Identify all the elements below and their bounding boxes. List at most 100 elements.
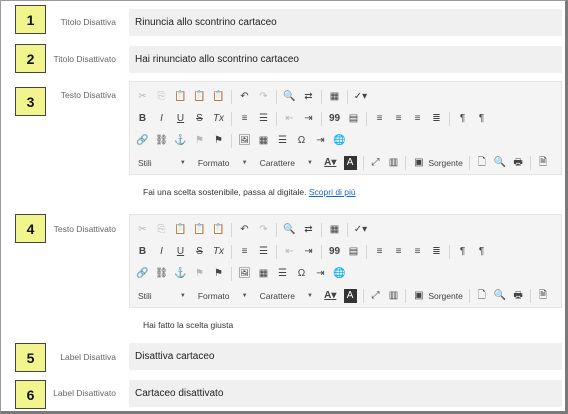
select-all-icon[interactable]: ▦ — [328, 223, 341, 237]
paste-text-icon[interactable]: 📋 — [193, 90, 206, 104]
paste-word-icon[interactable]: 📋 — [212, 223, 225, 237]
cut-icon[interactable]: ✂ — [136, 223, 149, 237]
label-disattivato-input[interactable]: Cartaceo disattivato — [129, 380, 562, 407]
anchor-icon[interactable]: ⚓ — [174, 267, 187, 281]
maximize-icon[interactable]: ⤢ — [369, 289, 381, 303]
new-page-icon[interactable]: 🗋 — [476, 156, 488, 170]
align-justify-icon[interactable]: ≣ — [430, 245, 443, 259]
copy-icon[interactable]: ⎘ — [155, 223, 168, 237]
font-combo[interactable]: Carattere ▼ — [258, 288, 315, 304]
remove-format-icon[interactable]: Tx — [212, 112, 225, 126]
italic-icon[interactable]: I — [155, 112, 168, 126]
text-color-icon[interactable]: A ▾ — [323, 289, 338, 303]
templates-icon[interactable]: 🗎 — [537, 289, 549, 303]
flag-icon[interactable]: ⚑ — [212, 134, 225, 148]
ltr-icon[interactable]: ¶ — [456, 245, 469, 259]
redo-icon[interactable]: ↷ — [257, 223, 270, 237]
replace-icon[interactable]: ⇄ — [302, 223, 315, 237]
editor-content-area[interactable]: Fai una scelta sostenibile, passa al dig… — [129, 175, 562, 205]
align-left-icon[interactable]: ≡ — [373, 112, 386, 126]
indent-icon[interactable]: ⇥ — [302, 112, 315, 126]
align-left-icon[interactable]: ≡ — [373, 245, 386, 259]
source-button[interactable]: ▣ Sorgente — [412, 156, 463, 170]
preview-icon[interactable]: 🔍 — [494, 289, 506, 303]
unlink-icon[interactable]: ⛓ — [155, 134, 168, 148]
unlink-icon[interactable]: ⛓ — [155, 267, 168, 281]
paste-word-icon[interactable]: 📋 — [212, 90, 225, 104]
bg-color-icon[interactable]: A — [343, 289, 357, 303]
bulleted-list-icon[interactable]: ☰ — [257, 112, 270, 126]
copy-icon[interactable]: ⎘ — [155, 90, 168, 104]
horizontal-line-icon[interactable]: ☰ — [276, 267, 289, 281]
text-color-icon[interactable]: A ▾ — [323, 156, 338, 170]
cut-icon[interactable]: ✂ — [136, 90, 149, 104]
undo-icon[interactable]: ↶ — [238, 90, 251, 104]
bg-color-icon[interactable]: A — [343, 156, 357, 170]
undo-icon[interactable]: ↶ — [238, 223, 251, 237]
page-break-icon[interactable]: ⇥ — [314, 267, 327, 281]
link-icon[interactable]: 🔗 — [136, 267, 149, 281]
spellcheck-icon[interactable]: ✓▾ — [354, 223, 367, 237]
styles-combo[interactable]: Stili ▼ — [136, 288, 188, 304]
paste-icon[interactable]: 📋 — [174, 223, 187, 237]
div-container-icon[interactable]: ▤ — [347, 245, 360, 259]
remove-anchor-icon[interactable]: ⚑ — [193, 267, 206, 281]
align-center-icon[interactable]: ≡ — [392, 112, 405, 126]
styles-combo[interactable]: Stili ▼ — [136, 155, 188, 171]
blockquote-icon[interactable]: 99 — [328, 245, 341, 259]
spellcheck-icon[interactable]: ✓▾ — [354, 90, 367, 104]
horizontal-line-icon[interactable]: ☰ — [276, 134, 289, 148]
redo-icon[interactable]: ↷ — [257, 90, 270, 104]
strikethrough-icon[interactable]: S — [193, 245, 206, 259]
link-icon[interactable]: 🔗 — [136, 134, 149, 148]
bulleted-list-icon[interactable]: ☰ — [257, 245, 270, 259]
print-icon[interactable]: 🖶 — [512, 156, 524, 170]
source-button[interactable]: ▣ Sorgente — [412, 289, 463, 303]
show-blocks-icon[interactable]: ▥ — [387, 289, 399, 303]
preview-icon[interactable]: 🔍 — [494, 156, 506, 170]
replace-icon[interactable]: ⇄ — [302, 90, 315, 104]
label-disattiva-input[interactable]: Disattiva cartaceo — [129, 343, 562, 370]
iframe-icon[interactable]: 🌐 — [333, 267, 346, 281]
underline-icon[interactable]: U — [174, 245, 187, 259]
indent-icon[interactable]: ⇥ — [302, 245, 315, 259]
print-icon[interactable]: 🖶 — [512, 289, 524, 303]
format-combo[interactable]: Formato ▼ — [196, 155, 250, 171]
ltr-icon[interactable]: ¶ — [456, 112, 469, 126]
titolo-disattivato-input[interactable]: Hai rinunciato allo scontrino cartaceo — [129, 46, 562, 73]
align-right-icon[interactable]: ≡ — [411, 112, 424, 126]
font-combo[interactable]: Carattere ▼ — [258, 155, 315, 171]
templates-icon[interactable]: 🗎 — [537, 156, 549, 170]
anchor-icon[interactable]: ⚓ — [174, 134, 187, 148]
div-container-icon[interactable]: ▤ — [347, 112, 360, 126]
titolo-disattiva-input[interactable]: Rinuncia allo scontrino cartaceo — [129, 9, 562, 36]
scopri-link[interactable]: Scopri di più — [309, 187, 356, 197]
iframe-icon[interactable]: 🌐 — [333, 134, 346, 148]
editor-content-area[interactable]: Hai fatto la scelta giusta — [129, 308, 562, 338]
table-icon[interactable]: ▦ — [257, 267, 270, 281]
paste-text-icon[interactable]: 📋 — [193, 223, 206, 237]
image-icon[interactable]: 🖼 — [238, 134, 251, 148]
numbered-list-icon[interactable]: ≡ — [238, 245, 251, 259]
special-char-icon[interactable]: Ω — [295, 267, 308, 281]
show-blocks-icon[interactable]: ▥ — [387, 156, 399, 170]
special-char-icon[interactable]: Ω — [295, 134, 308, 148]
remove-anchor-icon[interactable]: ⚑ — [193, 134, 206, 148]
outdent-icon[interactable]: ⇤ — [283, 112, 296, 126]
maximize-icon[interactable]: ⤢ — [369, 156, 381, 170]
outdent-icon[interactable]: ⇤ — [283, 245, 296, 259]
remove-format-icon[interactable]: Tx — [212, 245, 225, 259]
paste-icon[interactable]: 📋 — [174, 90, 187, 104]
align-center-icon[interactable]: ≡ — [392, 245, 405, 259]
numbered-list-icon[interactable]: ≡ — [238, 112, 251, 126]
flag-icon[interactable]: ⚑ — [212, 267, 225, 281]
find-icon[interactable]: 🔍 — [283, 90, 296, 104]
find-icon[interactable]: 🔍 — [283, 223, 296, 237]
underline-icon[interactable]: U — [174, 112, 187, 126]
rtl-icon[interactable]: ¶ — [475, 112, 488, 126]
table-icon[interactable]: ▦ — [257, 134, 270, 148]
new-page-icon[interactable]: 🗋 — [476, 289, 488, 303]
align-right-icon[interactable]: ≡ — [411, 245, 424, 259]
rtl-icon[interactable]: ¶ — [475, 245, 488, 259]
format-combo[interactable]: Formato ▼ — [196, 288, 250, 304]
